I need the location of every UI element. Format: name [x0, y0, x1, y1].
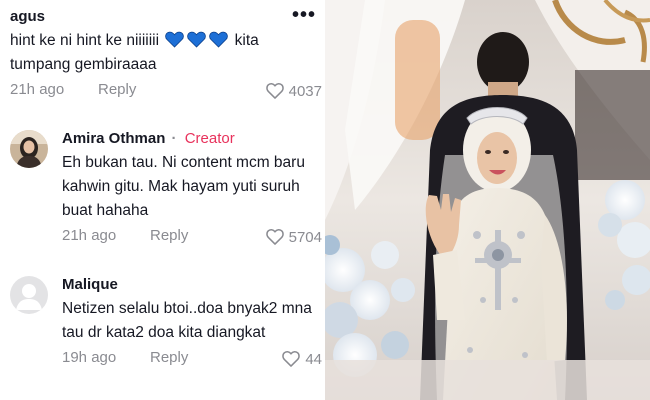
like-button[interactable]: 4037 [265, 81, 322, 101]
comment-meta: 19h ago Reply 44 [62, 349, 322, 371]
comment-content: Malique Netizen selalu btoi..doa bnyak2 … [62, 276, 322, 371]
like-count: 4037 [288, 82, 322, 100]
like-count: 44 [305, 350, 322, 368]
comment-time: 21h ago [62, 227, 117, 244]
blue-heart-emojis [165, 31, 229, 48]
avatar[interactable] [10, 276, 48, 314]
bride-groom-image [325, 0, 650, 400]
more-dots-icon[interactable]: ••• [292, 4, 316, 27]
comment-username[interactable]: Amira Othman [62, 130, 165, 147]
blue-heart-emoji [209, 31, 229, 48]
comment-agus: agus ••• hint ke ni hint ke niiiiiii kit… [10, 4, 322, 103]
comment-text: Eh bukan tau. Ni content mcm baru kahwin… [62, 154, 305, 219]
blue-heart-emoji [165, 31, 185, 48]
reply-button[interactable]: Reply [98, 81, 136, 98]
blue-heart-emoji [187, 31, 207, 48]
comment-time: 19h ago [62, 349, 117, 366]
comment-amira: Amira Othman · Creator Eh bukan tau. Ni … [10, 130, 322, 249]
avatar[interactable] [10, 130, 48, 168]
wedding-photo [325, 0, 650, 400]
heart-outline-icon [265, 83, 284, 99]
heart-outline-icon [265, 229, 284, 245]
reply-button[interactable]: Reply [150, 227, 188, 244]
creator-badge: Creator [184, 130, 235, 147]
comment-username[interactable]: Malique [62, 276, 322, 293]
reply-button[interactable]: Reply [150, 349, 188, 366]
comment-text: Netizen selalu btoi..doa bnyak2 mna tau … [62, 300, 312, 341]
like-count: 5704 [288, 228, 322, 246]
comments-panel: agus ••• hint ke ni hint ke niiiiiii kit… [0, 0, 325, 400]
like-button[interactable]: 5704 [265, 227, 322, 247]
comment-meta: 21h ago Reply 5704 [62, 227, 322, 249]
comment-username[interactable]: agus [10, 8, 322, 25]
like-button[interactable]: 44 [281, 349, 322, 369]
comment-meta: 21h ago Reply 4037 [10, 81, 322, 103]
comment-text: hint ke ni hint ke niiiiiii kita tumpang… [10, 31, 259, 73]
comment-content: Amira Othman · Creator Eh bukan tau. Ni … [62, 130, 322, 249]
separator: · [171, 130, 177, 147]
heart-outline-icon [282, 351, 301, 367]
comment-username-line: Amira Othman · Creator [62, 130, 322, 147]
comment-malique: Malique Netizen selalu btoi..doa bnyak2 … [10, 276, 322, 371]
comment-time: 21h ago [10, 81, 65, 98]
